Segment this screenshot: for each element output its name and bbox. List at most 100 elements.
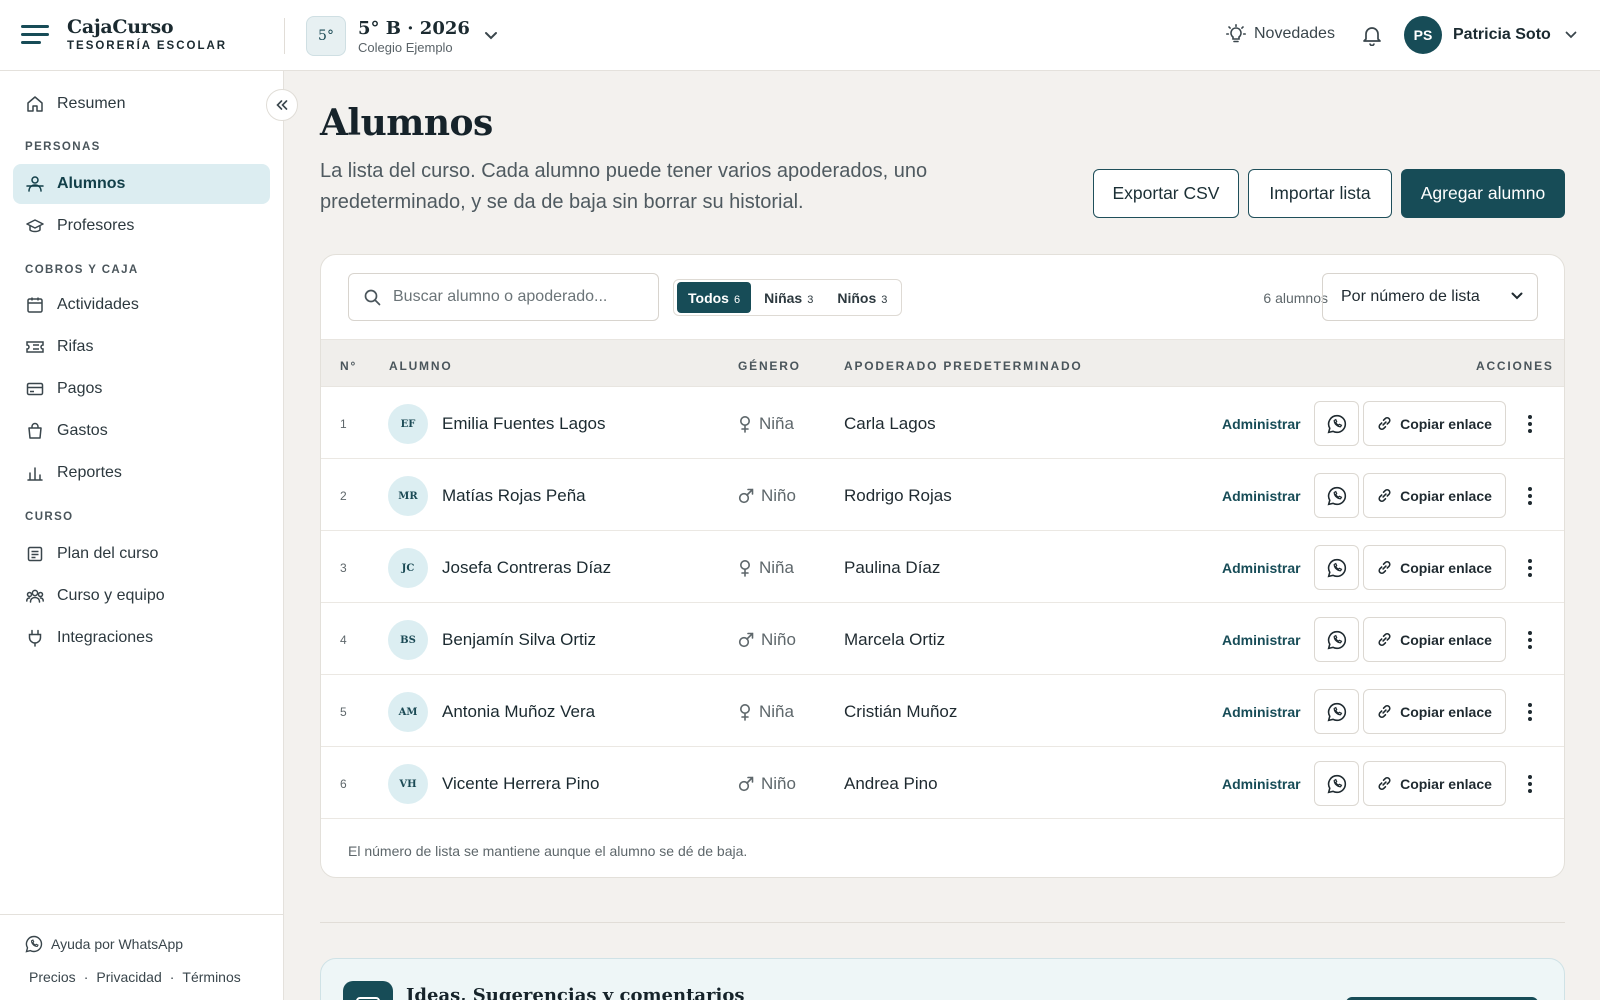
sidebar-section-personas: PERSONAS (25, 141, 101, 153)
user-menu[interactable]: PS Patricia Soto (1404, 16, 1577, 54)
copy-link-button[interactable]: Copiar enlace (1363, 545, 1506, 590)
filter-label: Todos (688, 290, 729, 306)
sidebar-item-reportes[interactable]: Reportes (13, 453, 270, 493)
whatsapp-button[interactable] (1314, 761, 1359, 806)
filter-ninas[interactable]: Niñas 3 (753, 282, 824, 313)
col-header-actions: ACCIONES (1476, 359, 1554, 373)
sidebar-item-plan[interactable]: Plan del curso (13, 534, 270, 574)
menu-button[interactable] (20, 22, 50, 48)
gender-label: Niña (759, 558, 794, 577)
brand-logo[interactable]: CajaCurso TESORERÍA ESCOLAR (67, 16, 227, 52)
table-row: 5 AM Antonia Muñoz Vera Niña Cristián Muñoz A… (321, 675, 1564, 747)
copy-label: Copiar enlace (1400, 703, 1492, 720)
sidebar-item-pagos[interactable]: Pagos (13, 369, 270, 409)
default-guardian: Andrea Pino (844, 774, 938, 793)
credit-card-icon (26, 382, 44, 396)
student-name[interactable]: Matías Rojas Peña (442, 486, 586, 506)
student-name[interactable]: Vicente Herrera Pino (442, 774, 600, 794)
sidebar-section-cobros: COBROS Y CAJA (25, 264, 139, 276)
row-menu-button[interactable] (1522, 412, 1538, 436)
pricing-link[interactable]: Precios (29, 969, 76, 985)
header-divider (284, 18, 285, 54)
male-icon (738, 488, 754, 504)
search-input[interactable] (393, 288, 643, 306)
sidebar-item-rifas[interactable]: Rifas (13, 327, 270, 367)
sidebar-item-gastos[interactable]: Gastos (13, 411, 270, 451)
filter-ninos[interactable]: Niños 3 (826, 282, 898, 313)
student-count: 6 alumnos (1263, 290, 1328, 306)
sidebar-item-label: Rifas (57, 338, 94, 355)
col-header-num: N° (340, 359, 358, 373)
notifications-button[interactable] (1361, 24, 1383, 46)
row-menu-button[interactable] (1522, 484, 1538, 508)
search-box[interactable] (348, 273, 659, 321)
sidebar-item-label: Alumnos (57, 175, 126, 192)
section-divider (320, 922, 1565, 923)
collapse-sidebar-button[interactable] (266, 89, 298, 121)
sidebar-item-actividades[interactable]: Actividades (13, 285, 270, 325)
sidebar: Resumen PERSONAS Alumnos Profesores COBR… (0, 71, 284, 1000)
row-menu-button[interactable] (1522, 556, 1538, 580)
whatsapp-button[interactable] (1314, 689, 1359, 734)
table-footer-note: El número de lista se mantiene aunque el… (348, 843, 748, 859)
copy-link-button[interactable]: Copiar enlace (1363, 617, 1506, 662)
more-vertical-icon (1528, 775, 1532, 793)
row-menu-button[interactable] (1522, 700, 1538, 724)
link-icon (1378, 560, 1391, 575)
course-badge: 5° (306, 16, 346, 56)
manage-link[interactable]: Administrar (1222, 416, 1301, 432)
add-student-button[interactable]: Agregar alumno (1401, 169, 1565, 218)
whatsapp-button[interactable] (1314, 473, 1359, 518)
manage-link[interactable]: Administrar (1222, 704, 1301, 720)
student-avatar: AM (388, 692, 428, 732)
copy-link-button[interactable]: Copiar enlace (1363, 761, 1506, 806)
sidebar-item-label: Resumen (57, 95, 126, 112)
copy-link-button[interactable]: Copiar enlace (1363, 689, 1506, 734)
male-icon (738, 776, 754, 792)
link-icon (1378, 416, 1391, 431)
export-csv-button[interactable]: Exportar CSV (1093, 169, 1239, 218)
copy-link-button[interactable]: Copiar enlace (1363, 473, 1506, 518)
manage-link[interactable]: Administrar (1222, 632, 1301, 648)
import-list-button[interactable]: Importar lista (1248, 169, 1392, 218)
student-name[interactable]: Antonia Muñoz Vera (442, 702, 595, 722)
sort-select[interactable]: Por número de lista (1322, 273, 1538, 321)
sidebar-item-profesores[interactable]: Profesores (13, 206, 270, 246)
sidebar-item-resumen[interactable]: Resumen (13, 84, 270, 124)
student-avatar: EF (388, 404, 428, 444)
filter-label: Niñas (764, 290, 803, 306)
student-name[interactable]: Josefa Contreras Díaz (442, 558, 611, 578)
manage-link[interactable]: Administrar (1222, 488, 1301, 504)
whatsapp-help-link[interactable]: Ayuda por WhatsApp (25, 935, 183, 953)
manage-link[interactable]: Administrar (1222, 776, 1301, 792)
whatsapp-button[interactable] (1314, 401, 1359, 446)
female-icon (740, 416, 750, 433)
whatsapp-button[interactable] (1314, 545, 1359, 590)
link-icon (1378, 704, 1391, 719)
privacy-link[interactable]: Privacidad (96, 969, 161, 985)
copy-link-button[interactable]: Copiar enlace (1363, 401, 1506, 446)
terms-link[interactable]: Términos (182, 969, 240, 985)
filter-todos[interactable]: Todos 6 (677, 282, 752, 313)
sidebar-item-equipo[interactable]: Curso y equipo (13, 576, 270, 616)
whatsapp-icon (1327, 558, 1346, 577)
row-menu-button[interactable] (1522, 772, 1538, 796)
student-gender: Niño (738, 486, 796, 506)
course-selector[interactable]: 5° 5° B · 2026 Colegio Ejemplo (306, 16, 498, 56)
news-button[interactable]: Novedades (1226, 24, 1335, 44)
row-menu-button[interactable] (1522, 628, 1538, 652)
bell-icon (1363, 27, 1381, 46)
sidebar-item-label: Pagos (57, 380, 103, 397)
brand-subtitle: TESORERÍA ESCOLAR (67, 40, 228, 52)
sidebar-item-integraciones[interactable]: Integraciones (13, 618, 270, 658)
female-icon (740, 560, 750, 577)
student-name[interactable]: Benjamín Silva Ortiz (442, 630, 596, 650)
calendar-icon (27, 297, 43, 313)
page-title: Alumnos (320, 102, 493, 144)
sidebar-item-alumnos[interactable]: Alumnos (13, 164, 270, 204)
sidebar-item-label: Reportes (57, 464, 122, 481)
sidebar-footer-divider (0, 914, 284, 915)
manage-link[interactable]: Administrar (1222, 560, 1301, 576)
whatsapp-button[interactable] (1314, 617, 1359, 662)
student-name[interactable]: Emilia Fuentes Lagos (442, 414, 605, 434)
